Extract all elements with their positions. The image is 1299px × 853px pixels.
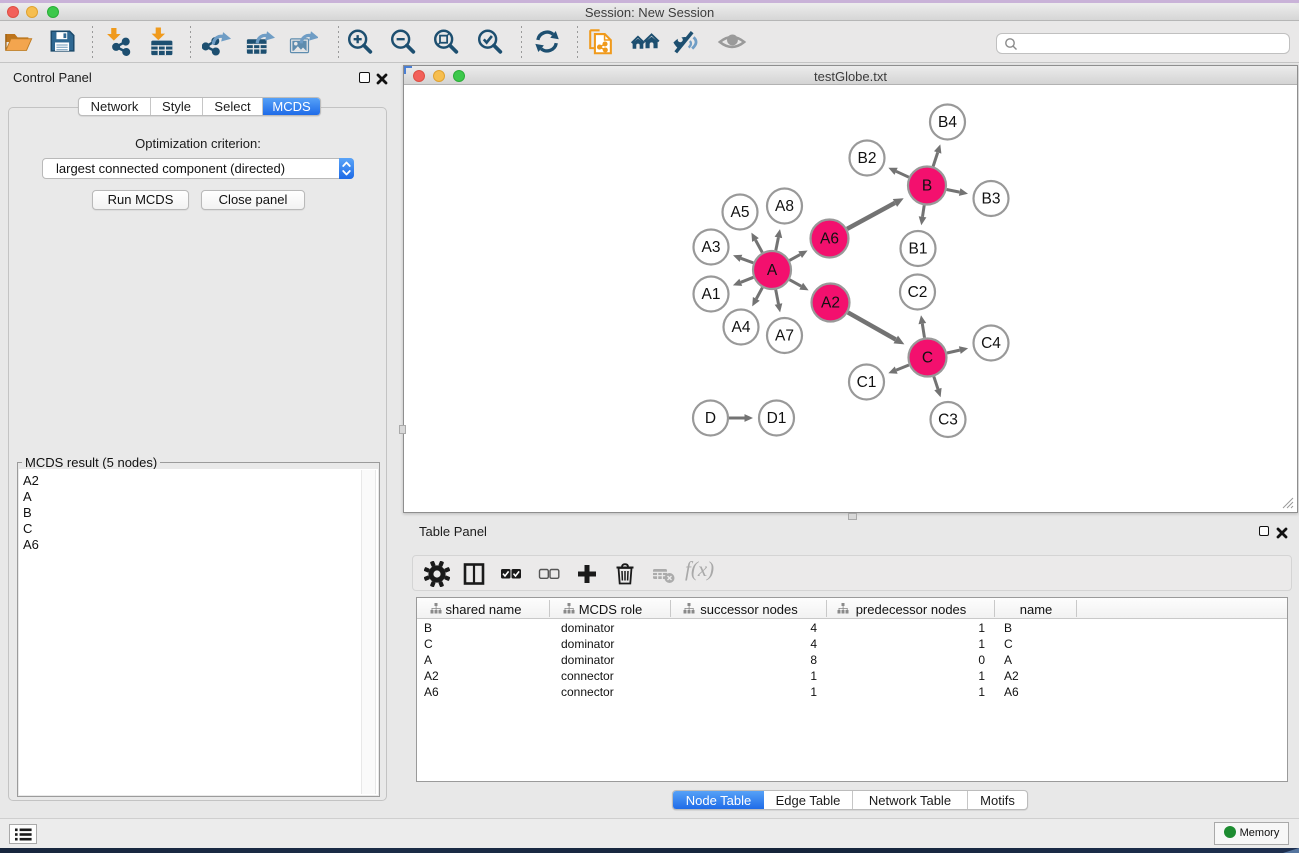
svg-text:C: C [922, 350, 933, 367]
svg-text:A: A [767, 262, 778, 279]
svg-text:A8: A8 [775, 198, 794, 215]
svg-text:C2: C2 [908, 284, 928, 301]
svg-text:C3: C3 [938, 412, 958, 429]
svg-text:B1: B1 [909, 241, 928, 258]
svg-text:A2: A2 [821, 295, 840, 312]
svg-text:A3: A3 [702, 239, 721, 256]
svg-text:C1: C1 [857, 374, 877, 391]
svg-text:A5: A5 [731, 204, 750, 221]
svg-text:A7: A7 [775, 328, 794, 345]
svg-text:B4: B4 [938, 114, 957, 131]
svg-text:A4: A4 [732, 319, 751, 336]
svg-text:D: D [705, 410, 716, 427]
svg-text:A1: A1 [702, 286, 721, 303]
svg-text:C4: C4 [981, 335, 1001, 352]
svg-text:B2: B2 [858, 150, 877, 167]
svg-text:D1: D1 [767, 410, 787, 427]
svg-text:B3: B3 [982, 191, 1001, 208]
svg-text:B: B [922, 178, 932, 195]
svg-text:A6: A6 [820, 231, 839, 248]
